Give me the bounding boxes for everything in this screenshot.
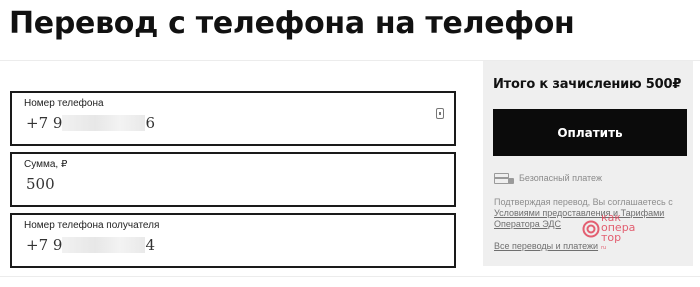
sender-phone-prefix: +7 9 — [26, 114, 63, 132]
watermark: как опера тор ru — [581, 208, 643, 252]
masked-digits — [62, 237, 146, 253]
lock-icon — [508, 178, 514, 184]
amount-label: Сумма, ₽ — [24, 159, 68, 170]
watermark-text: как опера тор ru — [601, 212, 645, 253]
amount-field[interactable]: Сумма, ₽ 500 — [10, 152, 456, 207]
watermark-suffix: ru — [601, 245, 607, 251]
recipient-phone-prefix: +7 9 — [26, 236, 63, 254]
pay-button[interactable]: Оплатить — [493, 109, 687, 156]
sender-phone-field[interactable]: Номер телефона +7 9 6 — [10, 91, 456, 146]
footer-divider — [0, 276, 700, 277]
recipient-phone-suffix: 4 — [145, 236, 155, 254]
sender-phone-suffix: 6 — [145, 114, 155, 132]
sender-phone-label: Номер телефона — [24, 98, 104, 109]
recipient-phone-value[interactable]: +7 9 4 — [26, 236, 155, 254]
recipient-phone-label: Номер телефона получателя — [24, 220, 160, 231]
kakoperator-logo-icon — [582, 220, 600, 238]
sender-phone-value[interactable]: +7 9 6 — [26, 114, 155, 132]
watermark-line-3: тор ru — [601, 232, 645, 253]
amount-value[interactable]: 500 — [26, 175, 55, 193]
total-to-credit: Итого к зачислению 500₽ — [493, 77, 682, 92]
contacts-book-icon[interactable] — [436, 108, 444, 119]
transfer-form: Номер телефона +7 9 6 Сумма, ₽ 500 Номер … — [0, 61, 480, 276]
agreement-prefix: Подтверждая перевод, Вы соглашаетесь с — [494, 197, 673, 207]
recipient-phone-field[interactable]: Номер телефона получателя +7 9 4 — [10, 213, 456, 268]
card-icon — [494, 173, 509, 184]
masked-digits — [62, 115, 146, 131]
secure-payment-label: Безопасный платеж — [519, 173, 602, 183]
page-title: Перевод с телефона на телефон — [9, 6, 575, 41]
